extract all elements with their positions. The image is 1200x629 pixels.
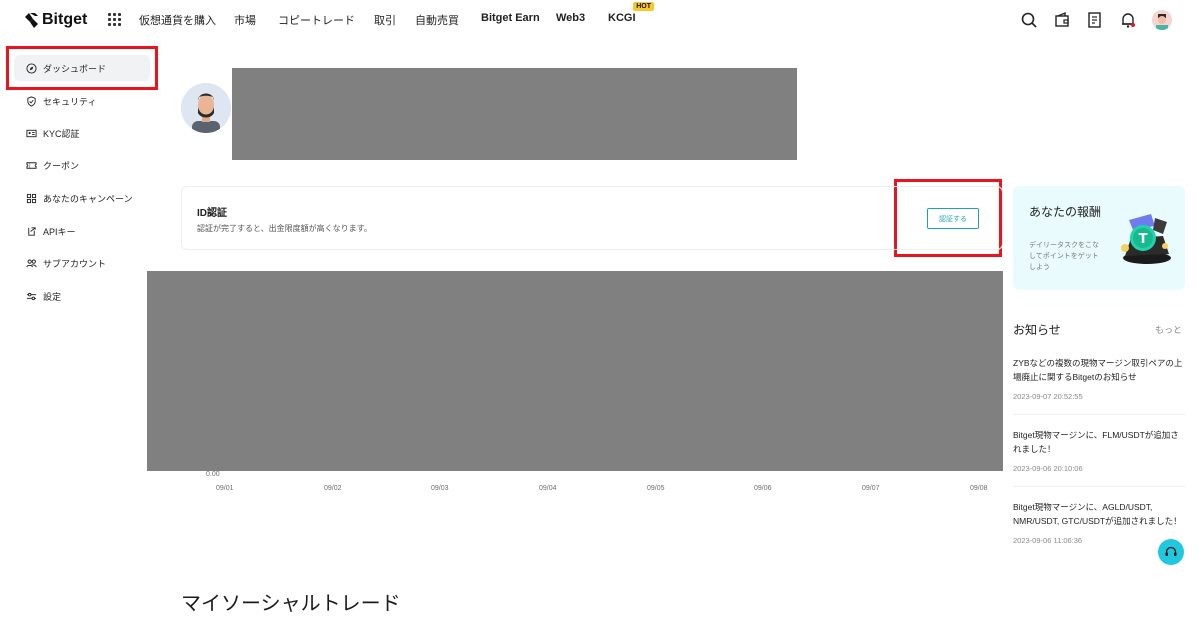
chart-x-axis: 09/01 09/02 09/03 09/04 09/05 09/06 09/0… [147, 485, 1003, 499]
news-item[interactable]: ZYBなどの複数の現物マージン取引ペアの上場廃止に関するBitgetのお知らせ … [1013, 356, 1185, 401]
user-avatar[interactable] [1152, 10, 1172, 30]
apps-grid-icon[interactable] [108, 13, 121, 26]
x-tick-label: 09/07 [862, 485, 880, 492]
id-verification-title: ID認証 [197, 208, 227, 219]
news-date: 2023-09-06 11:06:36 [1013, 536, 1083, 545]
support-chat-button[interactable] [1158, 539, 1184, 565]
search-icon[interactable] [1020, 11, 1038, 29]
news-title: Bitget現物マージンに、AGLD/USDT, NMR/USDT, GTC/U… [1013, 502, 1182, 526]
nav-copy-trade[interactable]: コピートレード [278, 12, 374, 28]
bitget-logo[interactable]: Bitget [24, 11, 87, 29]
id-card-icon [26, 129, 37, 137]
x-tick-label: 09/04 [539, 485, 557, 492]
announcements-heading: お知らせ [1013, 323, 1061, 337]
sidebar-item-label: セキュリティ [43, 96, 97, 107]
sidebar-item-label: KYC認証 [43, 128, 80, 139]
verify-button[interactable]: 認証する [927, 208, 979, 229]
main-nav: 仮想通貨を購入 市場 コピートレード 取引 自動売買 Bitget Earn W… [139, 2, 654, 28]
x-tick-label: 09/06 [754, 485, 772, 492]
bell-icon[interactable] [1119, 11, 1137, 29]
x-tick-label: 09/02 [324, 485, 342, 492]
sidebar-item-campaigns[interactable]: あなたのキャンペーン [14, 185, 150, 211]
x-tick-label: 09/08 [970, 485, 988, 492]
api-icon [28, 226, 36, 236]
headset-icon [1165, 546, 1177, 556]
wallet-icon[interactable] [1053, 11, 1071, 29]
grid-icon [26, 193, 37, 203]
sliders-icon [26, 292, 37, 300]
header-actions [1020, 10, 1172, 30]
top-header: Bitget 仮想通貨を購入 市場 コピートレード 取引 自動売買 Bitget… [0, 0, 1200, 40]
chart-y-zero-label: 0.00 [206, 471, 220, 478]
id-verification-description: 認証が完了すると、出金限度額が高くなります。 [197, 224, 372, 233]
x-tick-label: 09/05 [647, 485, 665, 492]
nav-markets[interactable]: 市場 [234, 12, 278, 28]
news-date: 2023-09-06 20:10:06 [1013, 464, 1083, 473]
sidebar-item-label: APIキー [43, 226, 76, 237]
redacted-profile-info [232, 68, 797, 160]
news-date: 2023-09-07 20:52:55 [1013, 392, 1083, 401]
news-item[interactable]: Bitget現物マージンに、AGLD/USDT, NMR/USDT, GTC/U… [1013, 500, 1185, 545]
rewards-title: あなたの報酬 [1029, 205, 1102, 219]
sidebar-item-label: サブアカウント [43, 258, 107, 269]
nav-buy-crypto[interactable]: 仮想通貨を購入 [139, 12, 234, 28]
news-divider [1013, 486, 1185, 487]
ticket-icon [26, 161, 37, 169]
bitget-logo-icon [25, 12, 38, 28]
news-title: Bitget現物マージンに、FLM/USDTが追加されました！ [1013, 430, 1179, 454]
sidebar-item-label: クーポン [43, 160, 80, 171]
sidebar-item-api-keys[interactable]: APIキー [14, 218, 150, 244]
news-divider [1013, 414, 1185, 415]
nav-bots[interactable]: 自動売買 [415, 12, 481, 28]
rewards-subtitle: デイリータスクをこなしてポイントをゲットしよう [1029, 242, 1099, 271]
sidebar-item-settings[interactable]: 設定 [14, 283, 150, 309]
news-item[interactable]: Bitget現物マージンに、FLM/USDTが追加されました！ 2023-09-… [1013, 428, 1185, 473]
svg-text:T: T [1139, 232, 1148, 247]
nav-trade[interactable]: 取引 [374, 12, 415, 28]
id-verification-card: ID認証 認証が完了すると、出金限度額が高くなります。 認証する [181, 186, 1003, 250]
sidebar-item-coupon[interactable]: クーポン [14, 152, 150, 178]
x-tick-label: 09/01 [216, 485, 234, 492]
nav-web3[interactable]: Web3 [556, 12, 608, 28]
nav-earn[interactable]: Bitget Earn [481, 12, 556, 28]
sidebar-item-label: あなたのキャンペーン [43, 193, 133, 204]
brand-name: Bitget [42, 11, 88, 28]
hot-badge: HOT [633, 2, 654, 11]
users-icon [26, 259, 37, 267]
highlight-dashboard [6, 46, 158, 90]
rewards-card[interactable]: あなたの報酬 デイリータスクをこなしてポイントをゲットしよう T [1013, 186, 1185, 290]
sidebar-item-sub-accounts[interactable]: サブアカウント [14, 250, 150, 276]
rewards-coin-illustration: T [1121, 214, 1171, 264]
shield-icon [27, 95, 36, 107]
sidebar-item-security[interactable]: セキュリティ [14, 88, 150, 114]
nav-kcgi-label: KCGI [608, 12, 636, 24]
sidebar-item-kyc[interactable]: KYC認証 [14, 120, 150, 146]
redacted-asset-chart [147, 271, 1003, 471]
news-title: ZYBなどの複数の現物マージン取引ペアの上場廃止に関するBitgetのお知らせ [1013, 358, 1183, 382]
sidebar-item-label: 設定 [43, 291, 62, 302]
announcements-more-link[interactable]: もっと [1155, 323, 1182, 336]
x-tick-label: 09/03 [431, 485, 449, 492]
nav-kcgi[interactable]: KCGI HOT [608, 2, 654, 28]
orders-icon[interactable] [1086, 11, 1104, 29]
social-trade-section-title: マイソーシャルトレード [181, 593, 401, 615]
profile-avatar [181, 83, 231, 133]
